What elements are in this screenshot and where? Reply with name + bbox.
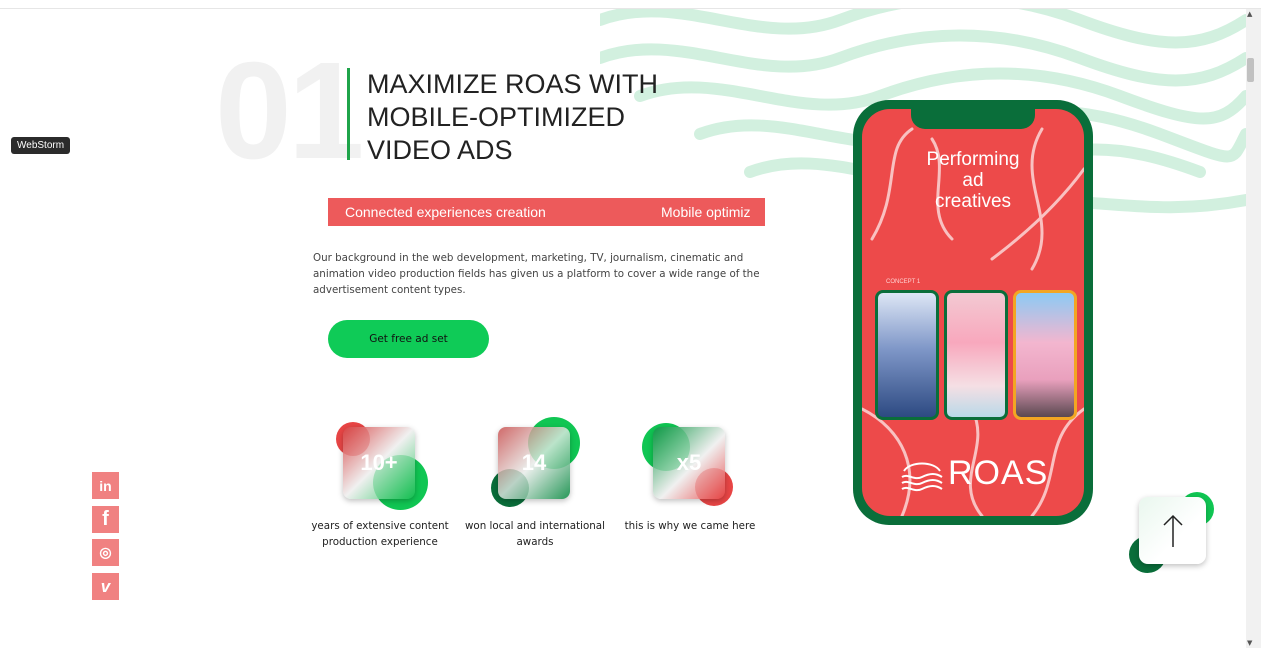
stat-label: this is why we came here — [624, 520, 756, 532]
section-description: Our background in the web development, m… — [313, 252, 760, 296]
back-to-top-button[interactable] — [1139, 497, 1206, 564]
roas-logo-waves — [901, 462, 943, 492]
stat-value: x5 — [676, 450, 702, 475]
stat-value: 10+ — [360, 450, 398, 475]
stat-card: x5 — [653, 427, 725, 499]
linkedin-icon[interactable]: in — [92, 472, 119, 499]
section-heading: MAXIMIZE ROAS WITH MOBILE-OPTIMIZED VIDE… — [367, 68, 707, 167]
heading-line: MAXIMIZE ROAS WITH — [367, 69, 659, 99]
browser-top-edge — [0, 0, 1261, 9]
stat-awards: 14 won local and international awards — [465, 415, 610, 575]
stat-value: 14 — [521, 450, 547, 475]
phone-headline-line: creatives — [934, 191, 1012, 212]
stat-growth: x5 this is why we came here — [625, 415, 765, 575]
marquee-item: Connected experiences creation — [345, 204, 546, 220]
phone-notch — [911, 109, 1035, 129]
heading-line: MOBILE-OPTIMIZED — [367, 102, 626, 132]
stat-label: years of extensive content production ex… — [311, 520, 449, 548]
scroll-down-arrow-icon[interactable]: ▼ — [1247, 639, 1252, 647]
phone-headline-line: Performing — [926, 149, 1020, 170]
arrow-up-icon — [1162, 514, 1183, 547]
services-marquee: Connected experiences creation Mobile op… — [328, 198, 765, 226]
roas-logo-text: ROAS — [948, 454, 1049, 492]
ad-preview-2 — [944, 290, 1008, 420]
marquee-item: Mobile optimiz — [661, 204, 751, 220]
ad-preview-1 — [875, 290, 939, 420]
stat-label: won local and international awards — [465, 520, 605, 548]
vimeo-icon[interactable]: v — [92, 573, 119, 600]
concept-label: CONCEPT 1 — [886, 279, 921, 285]
facebook-icon[interactable]: f — [92, 506, 119, 533]
heading-accent-bar — [347, 68, 350, 160]
instagram-icon[interactable]: ◎ — [92, 539, 119, 566]
get-free-ad-set-button[interactable]: Get free ad set — [328, 320, 489, 358]
phone-mockup: Performing ad creatives CONCEPT 1 ROAS — [853, 100, 1093, 525]
stat-card: 10+ — [343, 427, 415, 499]
scrollbar-track[interactable] — [1246, 9, 1261, 648]
scroll-up-arrow-icon[interactable]: ▲ — [1247, 10, 1252, 18]
scrollbar-thumb[interactable] — [1247, 58, 1254, 82]
webstorm-tooltip: WebStorm — [11, 137, 71, 154]
phone-screen: Performing ad creatives CONCEPT 1 ROAS — [862, 109, 1084, 516]
ad-preview-3 — [1013, 290, 1077, 420]
section-number: 01 — [215, 34, 364, 188]
phone-headline-line: ad — [962, 170, 984, 191]
stat-card: 14 — [498, 427, 570, 499]
heading-line: VIDEO ADS — [367, 135, 513, 165]
stat-years: 10+ years of extensive content productio… — [311, 415, 455, 575]
phone-headline: Performing ad creatives — [862, 149, 1084, 212]
